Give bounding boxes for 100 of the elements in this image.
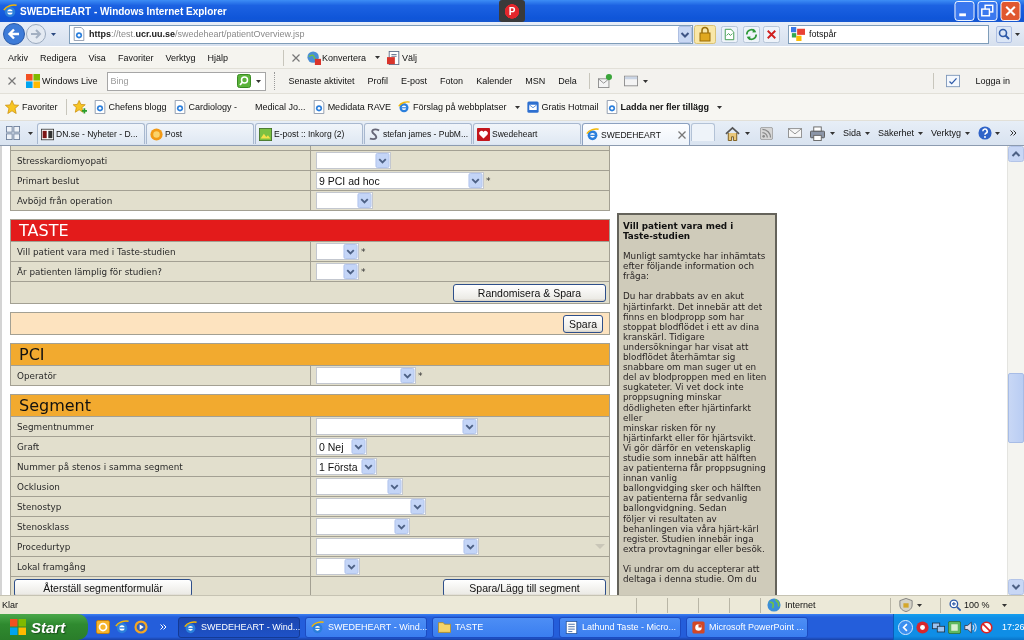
command-menu[interactable]: Säkerhet — [878, 128, 924, 138]
favorite-link[interactable]: Cardiology - — [173, 100, 238, 114]
browser-tab[interactable]: SWEDEHEART — [582, 123, 691, 145]
caret-icon[interactable] — [830, 131, 836, 135]
favorite-link[interactable]: Ladda ner fler tillägg — [605, 100, 723, 114]
app-badge[interactable]: P — [499, 0, 525, 22]
address-field[interactable]: https://test.ucr.uu.se/swedeheart/patientOverview.jsp — [69, 24, 693, 44]
sign-in-link[interactable]: Logga in — [975, 76, 1010, 86]
chevron-down-icon[interactable] — [678, 25, 692, 43]
favorite-link[interactable]: Medidata RAVE — [312, 100, 391, 114]
browser-tab[interactable]: DN.se - Nyheter - D... — [37, 123, 145, 144]
browser-tab[interactable]: E-post :: Inkorg (2) — [255, 123, 363, 144]
taskbar-button[interactable]: Lathund Taste - Micro... — [559, 616, 681, 638]
stop-button[interactable] — [763, 25, 780, 43]
toolbar-link[interactable]: Senaste aktivitet — [288, 76, 355, 86]
scrollbar-track[interactable] — [1007, 146, 1024, 595]
toolbar-link[interactable]: Kalender — [476, 76, 513, 86]
menu-item[interactable]: Verktyg — [165, 52, 196, 63]
back-button[interactable] — [3, 23, 25, 45]
scroll-thumb[interactable] — [1008, 373, 1024, 443]
zoom-button[interactable]: 100 % — [949, 598, 990, 612]
scroll-up-button[interactable] — [1008, 146, 1024, 162]
search-button[interactable] — [996, 25, 1012, 43]
browser-tab[interactable]: stefan james - PubM... — [364, 123, 473, 144]
help-icon[interactable] — [978, 126, 993, 140]
toolbar-brand[interactable]: Windows Live — [26, 74, 98, 88]
caret-icon[interactable] — [642, 79, 648, 83]
dropdown-field[interactable] — [316, 558, 360, 575]
favorite-link[interactable]: Chefens blogg — [93, 100, 167, 114]
close-button[interactable] — [1000, 1, 1021, 21]
refresh-button[interactable] — [743, 25, 760, 43]
speaker-icon[interactable] — [964, 620, 977, 634]
menu-item[interactable]: Redigera — [40, 52, 77, 63]
dropdown-field[interactable] — [316, 498, 426, 515]
ring-icon[interactable] — [96, 620, 110, 634]
caret-icon[interactable] — [995, 131, 1001, 135]
command-menu[interactable]: Sida — [843, 128, 871, 138]
toolbar-link[interactable]: Foton — [440, 76, 464, 86]
taskbar-button[interactable]: Microsoft PowerPoint ... — [686, 616, 808, 638]
dropdown-field[interactable]: 0 Nej — [316, 438, 367, 455]
caret-icon[interactable] — [917, 603, 922, 607]
prohibited-icon[interactable] — [980, 620, 993, 634]
dropdown-field[interactable] — [316, 367, 416, 384]
chevron-left-icon[interactable] — [898, 619, 913, 635]
action-button[interactable]: Randomisera & Spara — [453, 283, 606, 302]
minimize-button[interactable] — [954, 1, 975, 21]
dropdown-field[interactable] — [316, 243, 359, 260]
scroll-down-button[interactable] — [1008, 579, 1024, 595]
dropdown-field[interactable] — [316, 263, 359, 280]
caret-icon[interactable] — [28, 131, 33, 135]
menu-item[interactable]: Hjälp — [207, 52, 228, 63]
dropdown-field[interactable]: 1 Första — [316, 458, 377, 475]
dropdown-field[interactable]: 9 PCI ad hoc — [316, 172, 484, 189]
caret-icon[interactable] — [1001, 603, 1007, 607]
menu-item[interactable]: Arkiv — [8, 52, 28, 63]
browser-tab[interactable]: Post — [146, 123, 254, 144]
search-field[interactable]: Bing — [107, 73, 237, 89]
favorites-button[interactable]: Favoriter — [5, 100, 58, 114]
home-icon[interactable] — [725, 125, 741, 141]
favorite-link[interactable]: Förslag på webbplatser — [398, 100, 520, 114]
toolbar-button[interactable]: Konvertera — [307, 50, 381, 65]
close-icon[interactable] — [678, 130, 687, 139]
dropdown-field[interactable] — [316, 518, 410, 535]
toolbar-button[interactable]: Välj — [387, 50, 418, 65]
grid-icon[interactable] — [6, 126, 20, 140]
menu-item[interactable]: Visa — [88, 52, 106, 63]
menu-item[interactable]: Favoriter — [117, 52, 154, 63]
dropdown-field[interactable] — [316, 192, 373, 209]
dropdown-field[interactable] — [316, 152, 391, 169]
save-button[interactable]: Spara — [562, 314, 603, 333]
mail-icon[interactable] — [788, 126, 803, 140]
play-icon[interactable] — [134, 620, 148, 634]
caret-icon[interactable] — [255, 79, 261, 83]
taskbar-button[interactable]: TASTE — [432, 616, 554, 638]
favorite-link[interactable]: Gratis Hotmail — [526, 100, 599, 114]
toolbar-link[interactable]: E-post — [401, 76, 428, 86]
action-button[interactable]: Spara/Lägg till segment — [443, 578, 606, 595]
caret-icon[interactable] — [1015, 32, 1020, 36]
mail-icon[interactable] — [597, 74, 612, 88]
square-icon[interactable] — [948, 620, 961, 634]
more-icon[interactable] — [1010, 130, 1018, 136]
search-field[interactable]: fotspår — [788, 24, 989, 44]
caret-icon[interactable] — [51, 32, 56, 36]
start-button[interactable]: Start — [0, 614, 88, 640]
favorite-link[interactable]: Medical Jo... — [255, 102, 306, 112]
toolbar-link[interactable]: Profil — [367, 76, 389, 86]
feed-icon[interactable] — [760, 126, 774, 140]
lock-icon[interactable] — [694, 24, 716, 44]
dropdown-field[interactable] — [316, 478, 403, 495]
taskbar-button[interactable]: SWEDEHEART - Wind... — [305, 616, 427, 638]
close-icon[interactable] — [8, 77, 16, 85]
circle-icon[interactable] — [916, 620, 929, 634]
close-icon[interactable] — [292, 53, 300, 62]
command-menu[interactable]: Verktyg — [931, 128, 971, 138]
restore-button[interactable] — [977, 1, 998, 21]
dropdown-field[interactable] — [316, 538, 479, 555]
page-icon[interactable] — [721, 25, 738, 43]
network-icon[interactable] — [932, 620, 945, 634]
toolbar-link[interactable]: MSN — [525, 76, 546, 86]
toolbar-link[interactable]: Dela — [558, 76, 577, 86]
